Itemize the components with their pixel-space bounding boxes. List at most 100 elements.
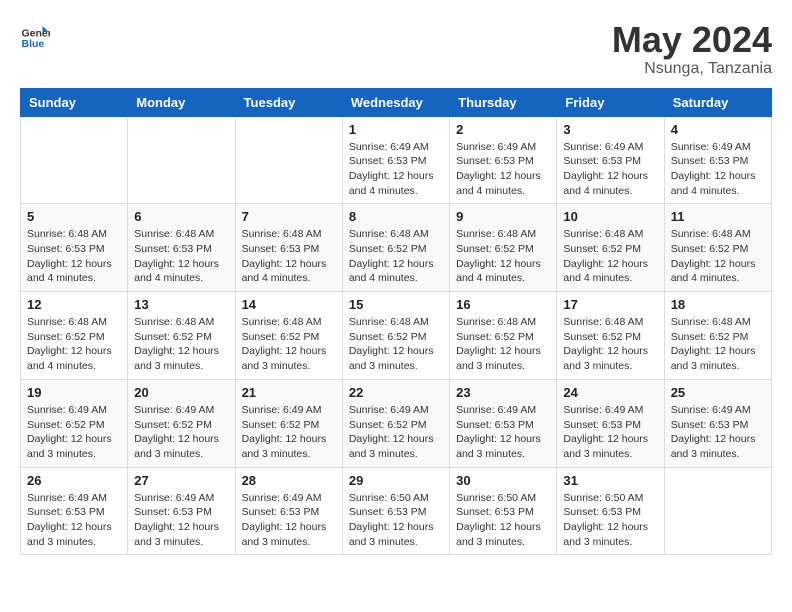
day-info: Sunrise: 6:49 AM Sunset: 6:53 PM Dayligh…	[456, 140, 550, 199]
calendar-cell-w1-d5: 2 Sunrise: 6:49 AM Sunset: 6:53 PM Daylig…	[450, 116, 557, 204]
day-info: Sunrise: 6:48 AM Sunset: 6:52 PM Dayligh…	[456, 315, 550, 374]
calendar-cell-w2-d6: 10Sunrise: 6:48 AM Sunset: 6:52 PM Dayli…	[557, 204, 664, 292]
logo-icon: General Blue	[20, 20, 50, 50]
header: General Blue May 2024 Nsunga, Tanzania	[20, 20, 772, 78]
day-info: Sunrise: 6:49 AM Sunset: 6:53 PM Dayligh…	[242, 491, 336, 550]
day-info: Sunrise: 6:48 AM Sunset: 6:52 PM Dayligh…	[349, 315, 443, 374]
calendar-cell-w3-d2: 13 Sunrise: 6:48 AM Sunset: 6:52 PM Dayli…	[128, 292, 235, 380]
day-number: 9	[456, 209, 550, 224]
day-info: Sunrise: 6:50 AM Sunset: 6:53 PM Dayligh…	[563, 491, 657, 550]
calendar-cell-w1-d1	[21, 116, 128, 204]
calendar-cell-w4-d5: 23Sunrise: 6:49 AM Sunset: 6:53 PM Dayli…	[450, 379, 557, 467]
day-info: Sunrise: 6:49 AM Sunset: 6:53 PM Dayligh…	[563, 403, 657, 462]
calendar-cell-w2-d2: 6Sunrise: 6:48 AM Sunset: 6:53 PM Daylig…	[128, 204, 235, 292]
day-number: 18	[671, 297, 765, 312]
calendar-cell-w5-d2: 27 Sunrise: 6:49 AM Sunset: 6:53 PM Dayli…	[128, 467, 235, 555]
calendar-cell-w1-d4: 1Sunrise: 6:49 AM Sunset: 6:53 PM Daylig…	[342, 116, 449, 204]
day-info: Sunrise: 6:49 AM Sunset: 6:52 PM Dayligh…	[27, 403, 121, 462]
day-number: 31	[563, 473, 657, 488]
day-number: 24	[563, 385, 657, 400]
day-number: 21	[242, 385, 336, 400]
month-year-title: May 2024	[612, 20, 772, 60]
logo: General Blue	[20, 20, 50, 50]
day-info: Sunrise: 6:49 AM Sunset: 6:53 PM Dayligh…	[27, 491, 121, 550]
calendar-cell-w2-d1: 5 Sunrise: 6:48 AM Sunset: 6:53 PM Daylig…	[21, 204, 128, 292]
calendar-cell-w1-d6: 3 Sunrise: 6:49 AM Sunset: 6:53 PM Daylig…	[557, 116, 664, 204]
day-number: 25	[671, 385, 765, 400]
day-info: Sunrise: 6:48 AM Sunset: 6:52 PM Dayligh…	[563, 315, 657, 374]
day-number: 30	[456, 473, 550, 488]
calendar-cell-w4-d4: 22Sunrise: 6:49 AM Sunset: 6:52 PM Dayli…	[342, 379, 449, 467]
calendar-header-row: Sunday Monday Tuesday Wednesday Thursday…	[21, 88, 772, 116]
calendar-cell-w3-d6: 17 Sunrise: 6:48 AM Sunset: 6:52 PM Dayli…	[557, 292, 664, 380]
calendar-week-3: 12 Sunrise: 6:48 AM Sunset: 6:52 PM Dayli…	[21, 292, 772, 380]
day-number: 7	[242, 209, 336, 224]
col-tuesday: Tuesday	[235, 88, 342, 116]
calendar-cell-w4-d2: 20Sunrise: 6:49 AM Sunset: 6:52 PM Dayli…	[128, 379, 235, 467]
day-number: 5	[27, 209, 121, 224]
calendar-cell-w4-d1: 19Sunrise: 6:49 AM Sunset: 6:52 PM Dayli…	[21, 379, 128, 467]
calendar-cell-w5-d5: 30Sunrise: 6:50 AM Sunset: 6:53 PM Dayli…	[450, 467, 557, 555]
day-info: Sunrise: 6:48 AM Sunset: 6:52 PM Dayligh…	[563, 227, 657, 286]
day-number: 27	[134, 473, 228, 488]
calendar-cell-w2-d3: 7 Sunrise: 6:48 AM Sunset: 6:53 PM Daylig…	[235, 204, 342, 292]
col-saturday: Saturday	[664, 88, 771, 116]
calendar-cell-w1-d7: 4Sunrise: 6:49 AM Sunset: 6:53 PM Daylig…	[664, 116, 771, 204]
day-info: Sunrise: 6:49 AM Sunset: 6:53 PM Dayligh…	[671, 140, 765, 199]
day-number: 15	[349, 297, 443, 312]
day-info: Sunrise: 6:48 AM Sunset: 6:53 PM Dayligh…	[242, 227, 336, 286]
day-number: 6	[134, 209, 228, 224]
day-info: Sunrise: 6:49 AM Sunset: 6:52 PM Dayligh…	[134, 403, 228, 462]
day-info: Sunrise: 6:48 AM Sunset: 6:52 PM Dayligh…	[242, 315, 336, 374]
day-number: 11	[671, 209, 765, 224]
calendar-week-2: 5 Sunrise: 6:48 AM Sunset: 6:53 PM Daylig…	[21, 204, 772, 292]
calendar-cell-w5-d6: 31 Sunrise: 6:50 AM Sunset: 6:53 PM Dayli…	[557, 467, 664, 555]
col-monday: Monday	[128, 88, 235, 116]
location-subtitle: Nsunga, Tanzania	[612, 60, 772, 78]
day-number: 3	[563, 122, 657, 137]
day-number: 2	[456, 122, 550, 137]
day-info: Sunrise: 6:49 AM Sunset: 6:53 PM Dayligh…	[563, 140, 657, 199]
day-number: 8	[349, 209, 443, 224]
day-info: Sunrise: 6:49 AM Sunset: 6:53 PM Dayligh…	[134, 491, 228, 550]
calendar-week-4: 19Sunrise: 6:49 AM Sunset: 6:52 PM Dayli…	[21, 379, 772, 467]
day-number: 12	[27, 297, 121, 312]
day-info: Sunrise: 6:50 AM Sunset: 6:53 PM Dayligh…	[349, 491, 443, 550]
day-info: Sunrise: 6:49 AM Sunset: 6:53 PM Dayligh…	[671, 403, 765, 462]
calendar-week-5: 26 Sunrise: 6:49 AM Sunset: 6:53 PM Dayli…	[21, 467, 772, 555]
day-info: Sunrise: 6:48 AM Sunset: 6:52 PM Dayligh…	[349, 227, 443, 286]
day-number: 13	[134, 297, 228, 312]
day-number: 26	[27, 473, 121, 488]
day-number: 23	[456, 385, 550, 400]
day-number: 22	[349, 385, 443, 400]
calendar-table: Sunday Monday Tuesday Wednesday Thursday…	[20, 88, 772, 556]
calendar-cell-w1-d2	[128, 116, 235, 204]
calendar-cell-w2-d5: 9 Sunrise: 6:48 AM Sunset: 6:52 PM Daylig…	[450, 204, 557, 292]
day-info: Sunrise: 6:48 AM Sunset: 6:52 PM Dayligh…	[671, 315, 765, 374]
day-info: Sunrise: 6:48 AM Sunset: 6:52 PM Dayligh…	[456, 227, 550, 286]
calendar-cell-w4-d7: 25 Sunrise: 6:49 AM Sunset: 6:53 PM Dayli…	[664, 379, 771, 467]
day-number: 14	[242, 297, 336, 312]
calendar-cell-w5-d7	[664, 467, 771, 555]
day-info: Sunrise: 6:48 AM Sunset: 6:52 PM Dayligh…	[27, 315, 121, 374]
col-friday: Friday	[557, 88, 664, 116]
day-number: 17	[563, 297, 657, 312]
day-info: Sunrise: 6:48 AM Sunset: 6:52 PM Dayligh…	[134, 315, 228, 374]
col-wednesday: Wednesday	[342, 88, 449, 116]
col-thursday: Thursday	[450, 88, 557, 116]
calendar-cell-w3-d3: 14 Sunrise: 6:48 AM Sunset: 6:52 PM Dayli…	[235, 292, 342, 380]
day-info: Sunrise: 6:49 AM Sunset: 6:52 PM Dayligh…	[242, 403, 336, 462]
title-area: May 2024 Nsunga, Tanzania	[612, 20, 772, 78]
calendar-cell-w5-d3: 28Sunrise: 6:49 AM Sunset: 6:53 PM Dayli…	[235, 467, 342, 555]
svg-text:Blue: Blue	[22, 38, 45, 50]
day-info: Sunrise: 6:48 AM Sunset: 6:52 PM Dayligh…	[671, 227, 765, 286]
calendar-cell-w2-d4: 8 Sunrise: 6:48 AM Sunset: 6:52 PM Daylig…	[342, 204, 449, 292]
day-info: Sunrise: 6:48 AM Sunset: 6:53 PM Dayligh…	[27, 227, 121, 286]
calendar-week-1: 1Sunrise: 6:49 AM Sunset: 6:53 PM Daylig…	[21, 116, 772, 204]
calendar-cell-w2-d7: 11 Sunrise: 6:48 AM Sunset: 6:52 PM Dayli…	[664, 204, 771, 292]
calendar-cell-w1-d3	[235, 116, 342, 204]
calendar-cell-w3-d4: 15 Sunrise: 6:48 AM Sunset: 6:52 PM Dayli…	[342, 292, 449, 380]
calendar-cell-w5-d4: 29 Sunrise: 6:50 AM Sunset: 6:53 PM Dayli…	[342, 467, 449, 555]
day-number: 29	[349, 473, 443, 488]
calendar-cell-w3-d7: 18 Sunrise: 6:48 AM Sunset: 6:52 PM Dayli…	[664, 292, 771, 380]
